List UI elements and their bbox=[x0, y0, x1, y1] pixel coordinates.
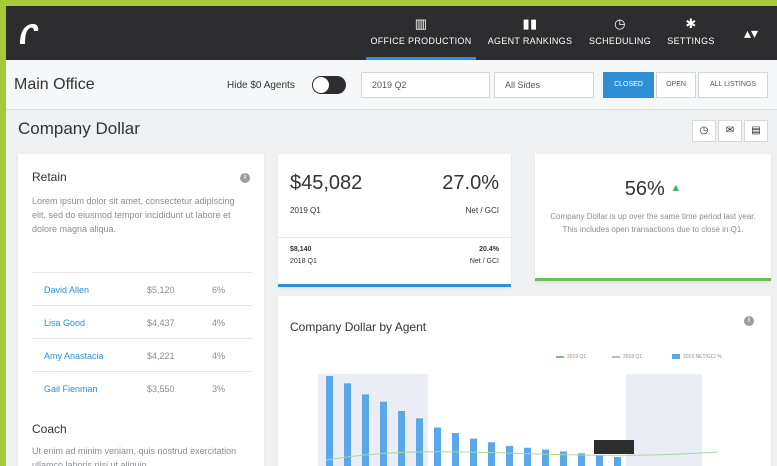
clock-icon: ◷ bbox=[699, 125, 709, 136]
export-button[interactable]: ▤ bbox=[744, 120, 768, 142]
list-item[interactable]: Gail Fienman $3,550 3% bbox=[32, 371, 252, 404]
page-title: Company Dollar bbox=[18, 119, 140, 138]
hide-zero-agents-toggle[interactable] bbox=[312, 76, 346, 94]
chart-bar[interactable] bbox=[614, 456, 621, 466]
legend-item: 2019 Q1 bbox=[556, 354, 586, 360]
legend-item: 2018 Q1 bbox=[612, 354, 642, 360]
retain-description: Lorem ipsum dolor sit amet, consectetur … bbox=[32, 196, 235, 234]
chart-title: Company Dollar by Agent bbox=[290, 320, 427, 334]
nav-label: SCHEDULING bbox=[588, 36, 651, 46]
agent-amount: $5,120 bbox=[147, 285, 175, 295]
sides-select[interactable]: All Sides bbox=[494, 72, 594, 98]
retain-title: Retain bbox=[32, 170, 67, 184]
chart-bar[interactable] bbox=[344, 383, 351, 466]
list-item[interactable]: Amy Anastacia $4,221 4% bbox=[32, 338, 252, 371]
kpi-amount: $45,082 bbox=[290, 172, 363, 194]
nav-label: SETTINGS bbox=[667, 36, 715, 46]
legend-label: 2018 Q1 bbox=[623, 354, 643, 360]
nav-label: OFFICE PRODUCTION bbox=[370, 36, 472, 46]
office-title: Main Office bbox=[14, 76, 95, 93]
nav-settings[interactable]: ✱ SETTINGS bbox=[661, 16, 721, 60]
user-menu-button[interactable]: ▴▾ bbox=[731, 16, 771, 50]
filter-closed[interactable]: CLOSED bbox=[603, 72, 654, 98]
chart-bar[interactable] bbox=[488, 442, 495, 466]
user-icon: ▴▾ bbox=[743, 25, 759, 41]
top-nav: ▥ OFFICE PRODUCTION ▮▮ AGENT RANKINGS ◷ … bbox=[6, 6, 777, 60]
quarter-select[interactable]: 2019 Q2 bbox=[361, 72, 490, 98]
hide-zero-agents-label: Hide $0 Agents bbox=[227, 80, 295, 91]
agent-amount: $4,221 bbox=[147, 351, 175, 361]
prev-percent: 20.4% bbox=[479, 246, 499, 253]
toggle-knob bbox=[313, 77, 329, 93]
chart-bar[interactable] bbox=[380, 401, 387, 466]
app-frame: ▥ OFFICE PRODUCTION ▮▮ AGENT RANKINGS ◷ … bbox=[6, 6, 777, 466]
agent-percent: 6% bbox=[212, 285, 226, 295]
prev-amount-label: 2018 Q1 bbox=[290, 258, 317, 265]
sub-header: Main Office Hide $0 Agents 2019 Q2 All S… bbox=[6, 60, 777, 110]
chart-bar[interactable] bbox=[560, 451, 567, 466]
bar-chart bbox=[318, 374, 719, 466]
legend-label: 2019 Q1 bbox=[567, 354, 587, 360]
prev-amount: $8,140 bbox=[290, 246, 312, 253]
email-button[interactable]: ✉ bbox=[718, 120, 742, 142]
chart-bar[interactable] bbox=[506, 445, 513, 466]
list-item[interactable]: David Allen $5,120 6% bbox=[32, 272, 252, 305]
chart-bar[interactable] bbox=[596, 455, 603, 466]
filter-all-listings[interactable]: ALL LISTINGS bbox=[698, 72, 768, 98]
kpi-amount-label: 2019 Q1 bbox=[290, 206, 321, 215]
agent-percent: 3% bbox=[212, 384, 226, 394]
up-arrow-icon: ▲ bbox=[670, 182, 682, 194]
gear-icon: ✱ bbox=[685, 16, 697, 31]
chart-bar[interactable] bbox=[452, 433, 459, 466]
agent-amount: $4,437 bbox=[147, 318, 175, 328]
agent-name[interactable]: Amy Anastacia bbox=[44, 351, 104, 361]
ranking-icon: ▮▮ bbox=[522, 16, 538, 31]
mail-icon: ✉ bbox=[725, 125, 735, 136]
trend-percent: 56% ▲ bbox=[535, 178, 771, 201]
tooltip bbox=[594, 440, 634, 454]
chart-bar[interactable] bbox=[434, 427, 441, 466]
prev-percent-label: Net / GCI bbox=[469, 258, 499, 265]
agent-name[interactable]: Lisa Good bbox=[44, 318, 85, 328]
clock-icon: ◷ bbox=[614, 16, 626, 31]
legend-item: 2019 NET/GCI % bbox=[672, 354, 722, 360]
company-dollar-kpi-card: $45,082 27.0% 2019 Q1 Net / GCI $8,140 2… bbox=[278, 154, 511, 287]
chart-bar[interactable] bbox=[398, 410, 405, 466]
trend-card: 56% ▲ Company Dollar is up over the same… bbox=[535, 154, 771, 281]
legend-label: 2019 NET/GCI % bbox=[683, 354, 722, 360]
chart-bar[interactable] bbox=[416, 418, 423, 466]
agent-percent: 4% bbox=[212, 351, 226, 361]
kpi-percent-label: Net / GCI bbox=[465, 206, 499, 215]
logo[interactable] bbox=[16, 22, 40, 46]
divider bbox=[278, 237, 511, 238]
nav-label: AGENT RANKINGS bbox=[487, 36, 573, 46]
history-button[interactable]: ◷ bbox=[692, 120, 716, 142]
agent-amount: $3,550 bbox=[147, 384, 175, 394]
list-item[interactable]: Lisa Good $4,437 4% bbox=[32, 305, 252, 338]
trend-value: 56% bbox=[624, 178, 665, 200]
nav-office-production[interactable]: ▥ OFFICE PRODUCTION bbox=[366, 16, 476, 60]
chart-bar[interactable] bbox=[326, 376, 333, 466]
trend-description: Company Dollar is up over the same time … bbox=[550, 212, 756, 234]
building-icon: ▥ bbox=[414, 16, 428, 31]
nav-agent-rankings[interactable]: ▮▮ AGENT RANKINGS bbox=[484, 16, 576, 60]
info-icon[interactable]: i bbox=[240, 173, 250, 183]
chart-bar[interactable] bbox=[524, 447, 531, 466]
kpi-percent: 27.0% bbox=[442, 172, 499, 194]
agent-percent: 4% bbox=[212, 318, 226, 328]
coach-description: Ut enim ad minim veniam, quis nostrud ex… bbox=[32, 446, 237, 466]
nav-scheduling[interactable]: ◷ SCHEDULING bbox=[584, 16, 656, 60]
coach-title: Coach bbox=[32, 422, 67, 436]
file-icon: ▤ bbox=[751, 125, 761, 136]
company-dollar-chart-card: Company Dollar by Agent i 2019 Q1 2018 Q… bbox=[278, 296, 771, 466]
agent-name[interactable]: Gail Fienman bbox=[44, 384, 98, 394]
coach-band bbox=[626, 374, 702, 466]
info-icon[interactable]: i bbox=[744, 316, 754, 326]
retain-card: Retain i Lorem ipsum dolor sit amet, con… bbox=[18, 154, 264, 466]
chart-bar[interactable] bbox=[542, 449, 549, 466]
filter-open[interactable]: OPEN bbox=[656, 72, 696, 98]
agent-name[interactable]: David Allen bbox=[44, 285, 89, 295]
